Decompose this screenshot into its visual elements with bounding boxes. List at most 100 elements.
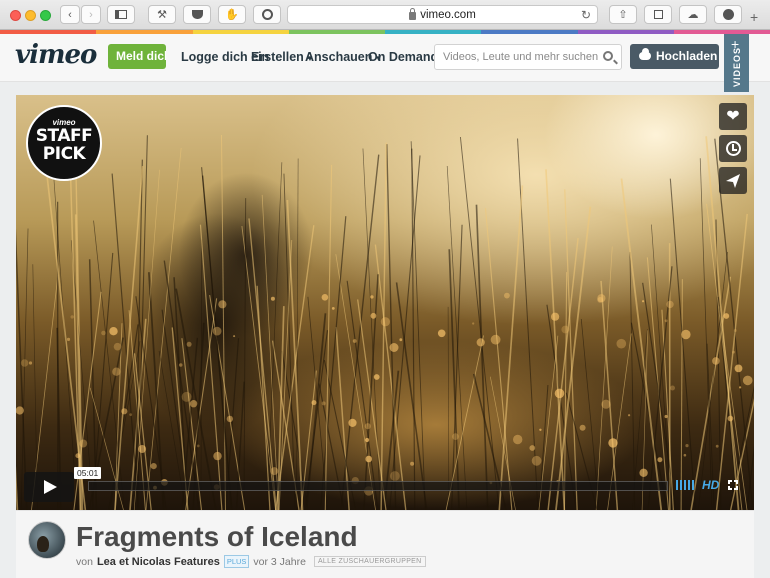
play-button[interactable] bbox=[24, 472, 74, 502]
pocket-button[interactable] bbox=[183, 5, 211, 24]
search-icon[interactable] bbox=[603, 51, 613, 61]
bokeh-dot bbox=[66, 337, 71, 341]
audience-badge: ALLE ZUSCHAUERGRUPPEN bbox=[313, 556, 426, 567]
author-avatar[interactable] bbox=[28, 521, 66, 559]
grass-stroke bbox=[362, 148, 381, 510]
progress-bar[interactable] bbox=[88, 481, 668, 491]
downloads-button[interactable] bbox=[714, 5, 742, 24]
bokeh-dot bbox=[513, 434, 523, 445]
bokeh-dot bbox=[150, 463, 157, 470]
bokeh-dot bbox=[539, 428, 542, 431]
volume-control[interactable] bbox=[676, 480, 694, 490]
password-button[interactable] bbox=[253, 5, 281, 24]
bokeh-dot bbox=[554, 388, 565, 399]
bokeh-dot bbox=[364, 423, 371, 430]
bokeh-dot bbox=[476, 338, 485, 347]
lock-icon bbox=[409, 7, 417, 20]
bokeh-dot bbox=[75, 453, 81, 459]
zoom-window-button[interactable] bbox=[40, 10, 51, 21]
bokeh-dot bbox=[561, 325, 570, 334]
back-button[interactable]: ‹ bbox=[60, 5, 80, 24]
player-controls: 05:01 HD bbox=[16, 467, 754, 510]
grass-overlay bbox=[16, 135, 754, 510]
bokeh-dot bbox=[311, 400, 317, 406]
byline: von Lea et Nicolas Features PLUS vor 3 J… bbox=[76, 555, 426, 568]
grass-stroke bbox=[564, 189, 578, 510]
staff-pick-badge: vimeo STAFF PICK bbox=[26, 105, 102, 181]
bokeh-dot bbox=[28, 361, 33, 365]
bokeh-dot bbox=[321, 294, 329, 301]
bokeh-dot bbox=[101, 330, 106, 336]
bokeh-dot bbox=[712, 357, 720, 365]
bokeh-dot bbox=[723, 313, 730, 319]
share-button[interactable]: ⇧ bbox=[609, 5, 637, 24]
video-player[interactable]: vimeo STAFF PICK ❤ 05:01 HD bbox=[16, 95, 754, 510]
share-video-button[interactable] bbox=[719, 167, 747, 194]
bokeh-dot bbox=[178, 363, 183, 367]
plus-badge[interactable]: PLUS bbox=[223, 555, 250, 568]
bokeh-dot bbox=[733, 329, 737, 332]
bokeh-dot bbox=[113, 342, 122, 351]
chevron-right-icon: › bbox=[89, 8, 93, 21]
grass-stroke bbox=[498, 185, 524, 510]
tabs-overview-button[interactable] bbox=[644, 5, 672, 24]
grass-stroke bbox=[145, 147, 182, 510]
video-info: Fragments of Iceland von Lea et Nicolas … bbox=[16, 510, 754, 578]
fullscreen-icon-corner bbox=[734, 486, 738, 490]
bokeh-dot bbox=[331, 307, 335, 310]
time-tooltip: 05:01 bbox=[74, 467, 102, 479]
reload-icon[interactable]: ↻ bbox=[581, 8, 591, 22]
videos-tab-label: VIDEOS bbox=[732, 46, 742, 87]
fullscreen-button[interactable] bbox=[728, 480, 738, 490]
staff-pick-line1: STAFF bbox=[35, 126, 93, 146]
bokeh-dot bbox=[321, 401, 326, 406]
icloud-tabs-button[interactable]: ☁ bbox=[679, 5, 707, 24]
bokeh-dot bbox=[270, 296, 275, 301]
grass-stroke bbox=[669, 178, 696, 510]
bokeh-dot bbox=[196, 444, 200, 448]
bokeh-dot bbox=[20, 359, 29, 367]
chevron-left-icon: ‹ bbox=[68, 8, 72, 21]
bokeh-dot bbox=[683, 453, 687, 457]
upload-button[interactable]: Hochladen bbox=[630, 44, 719, 69]
author-link[interactable]: Lea et Nicolas Features bbox=[97, 556, 220, 568]
tools-button[interactable]: ⚒ bbox=[148, 5, 176, 24]
videos-side-tab[interactable]: + VIDEOS bbox=[724, 34, 749, 92]
bokeh-dot bbox=[129, 413, 133, 416]
bokeh-dot bbox=[628, 414, 631, 417]
upload-label: Hochladen bbox=[656, 49, 718, 63]
password-icon bbox=[261, 9, 273, 20]
vimeo-logo[interactable]: vimeo bbox=[15, 40, 97, 70]
bokeh-dot bbox=[642, 300, 645, 303]
address-bar[interactable]: vimeo.com ↻ bbox=[287, 5, 598, 24]
hand-icon: ✋ bbox=[225, 9, 239, 21]
wrench-icon: ⚒ bbox=[157, 9, 167, 21]
forward-button[interactable]: › bbox=[81, 5, 101, 24]
search-input[interactable]: Videos, Leute und mehr suchen bbox=[434, 44, 622, 70]
grass-stroke bbox=[241, 225, 276, 510]
bokeh-dot bbox=[681, 329, 691, 340]
close-window-button[interactable] bbox=[10, 10, 21, 21]
hd-toggle[interactable]: HD bbox=[702, 478, 719, 492]
bokeh-dot bbox=[551, 312, 560, 321]
bokeh-dot bbox=[348, 418, 357, 427]
bokeh-dot bbox=[121, 408, 128, 415]
nav-watch-label: Anschauen bbox=[305, 50, 373, 64]
bokeh-dot bbox=[233, 335, 236, 338]
watch-later-button[interactable] bbox=[719, 135, 747, 162]
url-text: vimeo.com bbox=[420, 8, 476, 21]
minimize-window-button[interactable] bbox=[25, 10, 36, 21]
pocket-icon bbox=[191, 10, 203, 19]
extension-button[interactable]: ✋ bbox=[218, 5, 246, 24]
join-button[interactable]: Meld dich an bbox=[108, 44, 166, 69]
bokeh-dot bbox=[437, 329, 446, 338]
like-button[interactable]: ❤ bbox=[719, 103, 747, 130]
fullscreen-icon-corner bbox=[728, 486, 732, 490]
sidebar-button[interactable] bbox=[107, 5, 135, 24]
search-placeholder: Videos, Leute und mehr suchen bbox=[443, 51, 599, 63]
clock-icon bbox=[725, 141, 741, 156]
bokeh-dot bbox=[70, 315, 74, 319]
new-tab-button[interactable]: + bbox=[750, 9, 758, 25]
staff-pick-line2: PICK bbox=[42, 144, 86, 164]
bokeh-dot bbox=[742, 375, 753, 386]
